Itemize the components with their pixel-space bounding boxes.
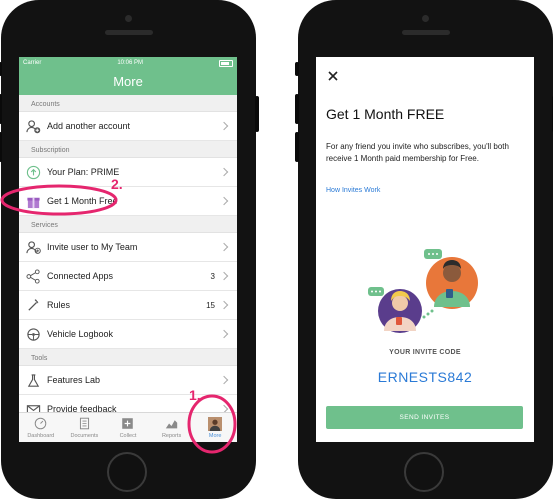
mute-switch (295, 62, 299, 76)
annotation-ellipse-more-tab (187, 394, 237, 454)
invite-code-label: YOUR INVITE CODE (389, 349, 461, 356)
home-button[interactable] (404, 452, 444, 492)
send-invites-button[interactable]: SEND INVITES (326, 406, 523, 429)
close-icon[interactable] (326, 69, 340, 83)
speaker (402, 30, 450, 35)
invite-description: For any friend you invite who subscribes… (326, 142, 509, 163)
volume-up-button (295, 94, 299, 124)
right-phone: Get 1 Month FREE For any friend you invi… (295, 0, 553, 499)
volume-down-button (295, 132, 299, 162)
annotation-step-1: 1. (189, 387, 201, 403)
friends-illustration (368, 249, 478, 333)
invite-title: Get 1 Month FREE (326, 106, 445, 122)
invite-code[interactable]: ERNESTS842 (316, 369, 534, 385)
front-camera (422, 15, 429, 22)
invite-screen: Get 1 Month FREE For any friend you invi… (316, 57, 534, 442)
how-invites-work-link[interactable]: How Invites Work (326, 187, 380, 194)
annotation-ellipse-get-month (0, 184, 118, 216)
annotation-step-2: 2. (111, 176, 123, 192)
